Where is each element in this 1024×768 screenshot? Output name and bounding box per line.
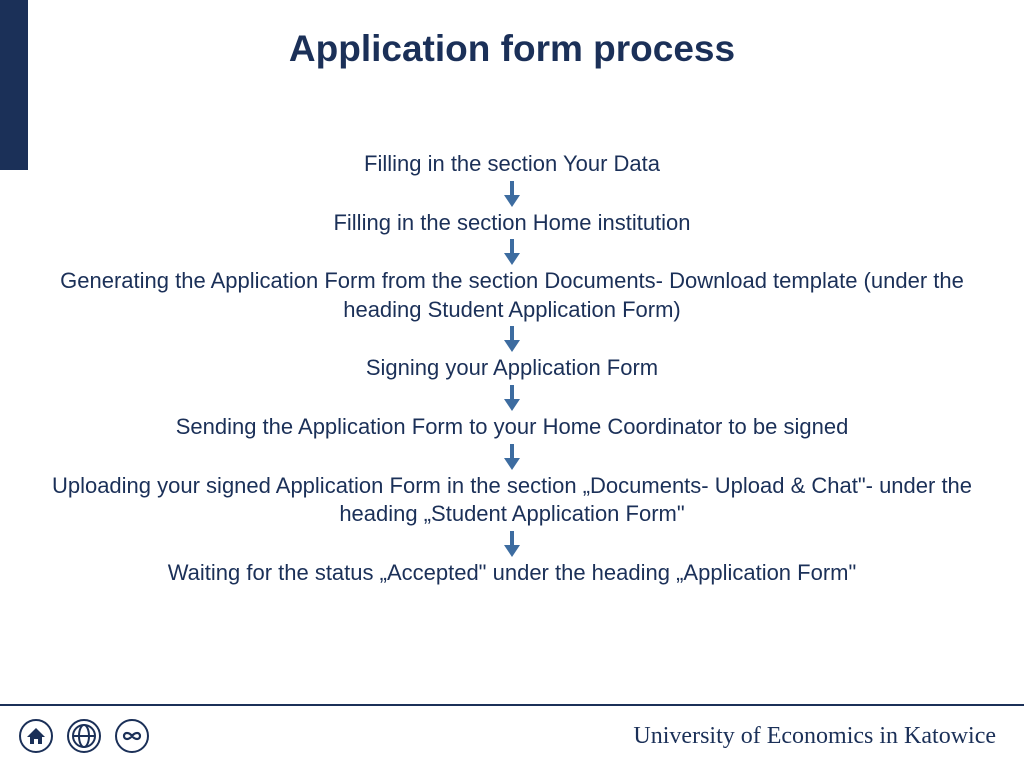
arrow-down-icon <box>504 239 520 265</box>
step-3: Generating the Application Form from the… <box>0 267 1024 324</box>
step-1: Filling in the section Your Data <box>324 150 700 179</box>
slide: Application form process Filling in the … <box>0 0 1024 768</box>
side-accent-bar <box>0 0 28 170</box>
globe-icon <box>66 718 102 754</box>
university-name: University of Economics in Katowice <box>633 723 996 750</box>
step-2: Filling in the section Home institution <box>293 209 730 238</box>
slide-title: Application form process <box>0 28 1024 70</box>
home-icon <box>18 718 54 754</box>
arrow-down-icon <box>504 385 520 411</box>
infinity-icon <box>114 718 150 754</box>
arrow-down-icon <box>504 531 520 557</box>
step-4: Signing your Application Form <box>326 354 698 383</box>
process-flow: Filling in the section Your Data Filling… <box>0 150 1024 587</box>
step-5: Sending the Application Form to your Hom… <box>136 413 889 442</box>
footer-divider <box>0 704 1024 706</box>
step-7: Waiting for the status „Accepted" under … <box>128 559 897 588</box>
arrow-down-icon <box>504 444 520 470</box>
arrow-down-icon <box>504 181 520 207</box>
footer-icons <box>18 718 150 754</box>
step-6: Uploading your signed Application Form i… <box>0 472 1024 529</box>
arrow-down-icon <box>504 326 520 352</box>
